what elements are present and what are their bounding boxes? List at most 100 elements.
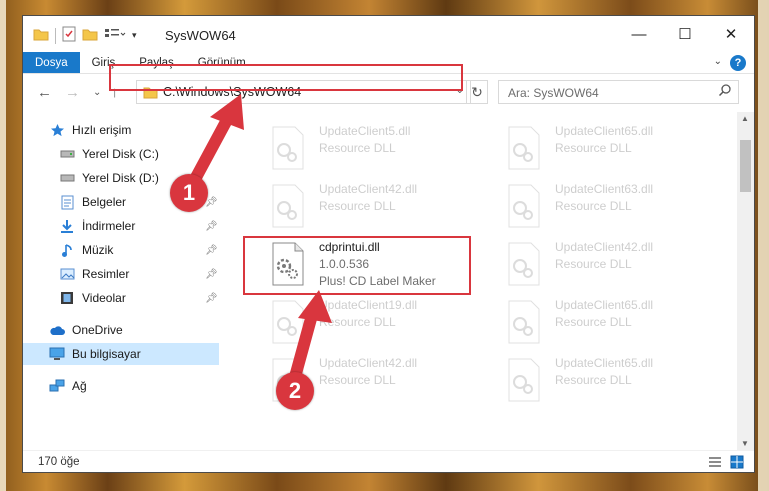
file-name: UpdateClient42.dll <box>319 182 418 196</box>
step-2-badge: 2 <box>276 372 314 410</box>
scrollbar-thumb[interactable] <box>740 140 751 192</box>
sidebar-item-label: Belgeler <box>82 195 127 209</box>
separator <box>55 27 56 44</box>
file-highlight <box>243 236 471 295</box>
file-item[interactable]: UpdateClient19.dll Resource DLL <box>271 296 501 352</box>
large-icons-view-icon[interactable] <box>729 455 745 469</box>
dll-file-icon <box>508 126 540 170</box>
documents-icon <box>59 194 75 210</box>
help-button[interactable]: ? <box>730 55 746 71</box>
sidebar-item-this-pc[interactable]: Bu bilgisayar <box>23 343 219 365</box>
music-icon <box>59 242 75 258</box>
dll-file-icon <box>508 242 540 286</box>
background-tree <box>0 0 6 491</box>
file-item[interactable]: UpdateClient65.dll Resource DLL <box>507 122 737 178</box>
file-type: Resource DLL <box>319 199 396 213</box>
refresh-button[interactable]: ↻ <box>466 80 488 104</box>
close-button[interactable]: ✕ <box>708 16 754 52</box>
file-type: Resource DLL <box>319 373 396 387</box>
sidebar-item-label: Ağ <box>72 379 87 393</box>
file-item[interactable]: UpdateClient65.dll Resource DLL <box>507 354 737 410</box>
forward-arrow-icon[interactable]: → <box>65 84 80 101</box>
file-name: UpdateClient42.dll <box>319 356 418 370</box>
scroll-up-icon[interactable]: ▲ <box>741 114 749 123</box>
sidebar-item-label: Yerel Disk (C:) <box>82 147 159 161</box>
sidebar-item-label: Müzik <box>82 243 114 257</box>
cloud-icon <box>49 322 65 338</box>
pin-icon[interactable]: 📌︎ <box>205 221 218 232</box>
sidebar-item-label: Videolar <box>82 291 126 305</box>
file-type: Resource DLL <box>555 315 632 329</box>
chevron-down-icon[interactable]: ▾ <box>132 30 137 41</box>
computer-icon <box>49 346 65 362</box>
item-count: 170 öğe <box>38 456 80 468</box>
file-type: Resource DLL <box>319 141 396 155</box>
pictures-icon <box>59 266 75 282</box>
sidebar-item-videos[interactable]: Videolar <box>59 287 126 309</box>
file-name: UpdateClient42.dll <box>555 240 654 254</box>
pin-icon[interactable]: 📌︎ <box>205 269 218 280</box>
minimize-button[interactable]: — <box>616 16 662 52</box>
star-icon <box>49 122 65 138</box>
sidebar-item-label: Bu bilgisayar <box>72 347 141 361</box>
file-name: UpdateClient5.dll <box>319 124 411 138</box>
pin-icon[interactable]: 📌︎ <box>205 293 218 304</box>
navigation-pane: Hızlı erişim Yerel Disk (C:) Yerel Disk … <box>23 112 219 450</box>
dll-file-icon <box>272 126 304 170</box>
step-1-badge: 1 <box>170 174 208 212</box>
folder-icon[interactable] <box>33 27 49 44</box>
file-type: Resource DLL <box>555 141 632 155</box>
file-item[interactable]: UpdateClient5.dll Resource DLL <box>271 122 501 178</box>
back-arrow-icon[interactable]: ← <box>37 84 52 101</box>
customize-toolbar-icon[interactable] <box>104 27 126 44</box>
sidebar-item-local-disk-c[interactable]: Yerel Disk (C:) <box>59 143 159 165</box>
sidebar-item-onedrive[interactable]: OneDrive <box>49 319 123 341</box>
dll-file-icon <box>272 184 304 228</box>
sidebar-item-label: İndirmeler <box>82 219 136 233</box>
sidebar-item-label: Resimler <box>82 267 130 281</box>
drive-icon <box>59 170 75 186</box>
dll-file-icon <box>508 184 540 228</box>
videos-icon <box>59 290 75 306</box>
sidebar-item-local-disk-d[interactable]: Yerel Disk (D:) <box>59 167 159 189</box>
new-folder-icon[interactable] <box>82 27 98 44</box>
title-bar: ▾ SysWOW64 — ☐ ✕ <box>23 16 754 52</box>
file-item[interactable]: UpdateClient63.dll Resource DLL <box>507 180 737 236</box>
details-view-icon[interactable] <box>707 455 723 469</box>
file-name: UpdateClient65.dll <box>555 124 654 138</box>
file-item[interactable]: UpdateClient65.dll Resource DLL <box>507 296 737 352</box>
properties-icon[interactable] <box>62 26 76 45</box>
sidebar-item-music[interactable]: Müzik <box>59 239 113 261</box>
pin-icon[interactable]: 📌︎ <box>205 245 218 256</box>
maximize-button[interactable]: ☐ <box>662 16 708 52</box>
file-name: UpdateClient65.dll <box>555 356 654 370</box>
tab-file[interactable]: Dosya <box>23 52 80 73</box>
search-placeholder: Ara: SysWOW64 <box>508 86 599 100</box>
expand-ribbon-icon[interactable]: ⌄ <box>714 56 722 67</box>
sidebar-item-label: OneDrive <box>72 323 123 337</box>
recent-locations-icon[interactable]: ⌄ <box>93 87 101 98</box>
sidebar-item-pictures[interactable]: Resimler <box>59 263 129 285</box>
sidebar-item-label: Hızlı erişim <box>72 123 132 137</box>
dll-file-icon <box>508 358 540 402</box>
file-name: UpdateClient65.dll <box>555 298 654 312</box>
vertical-scrollbar[interactable]: ▲ ▼ <box>737 112 754 450</box>
file-name: UpdateClient63.dll <box>555 182 654 196</box>
network-icon <box>49 378 65 394</box>
dll-file-icon <box>508 300 540 344</box>
sidebar-item-quick-access[interactable]: Hızlı erişim <box>49 119 131 141</box>
sidebar-item-label: Yerel Disk (D:) <box>82 171 159 185</box>
sidebar-item-documents[interactable]: Belgeler <box>59 191 126 213</box>
file-type: Resource DLL <box>555 257 632 271</box>
file-item[interactable]: UpdateClient42.dll Resource DLL <box>271 180 501 236</box>
sidebar-item-network[interactable]: Ağ <box>49 375 87 397</box>
background-tree <box>758 0 769 491</box>
search-input[interactable]: Ara: SysWOW64 <box>498 80 739 104</box>
file-item[interactable]: UpdateClient42.dll Resource DLL <box>507 238 737 294</box>
file-name: UpdateClient19.dll <box>319 298 418 312</box>
file-type: Resource DLL <box>555 199 632 213</box>
sidebar-item-downloads[interactable]: İndirmeler <box>59 215 135 237</box>
scroll-down-icon[interactable]: ▼ <box>741 439 749 448</box>
quick-access-toolbar: ▾ <box>33 26 137 45</box>
drive-icon <box>59 146 75 162</box>
